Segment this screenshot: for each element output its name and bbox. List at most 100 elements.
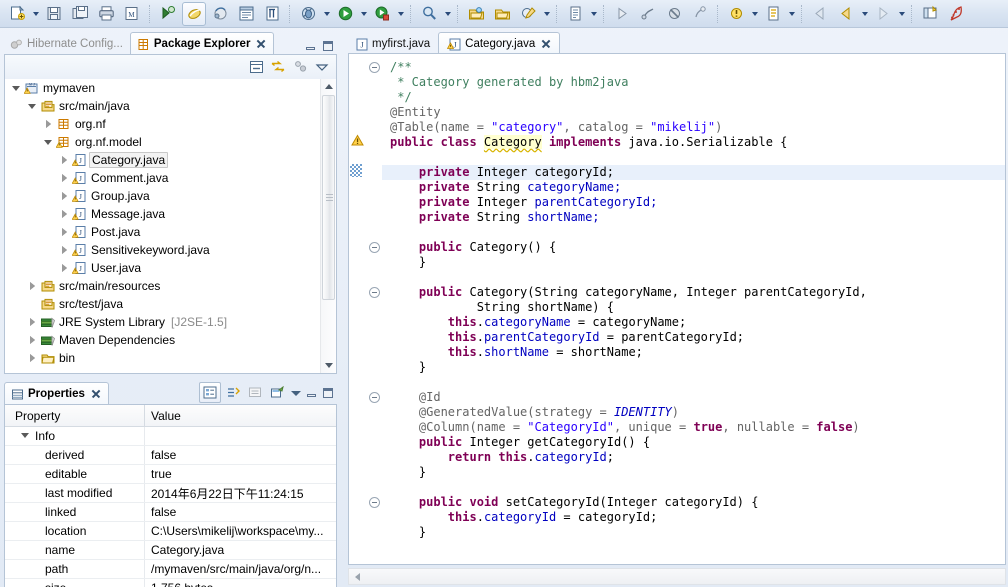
forward-icon[interactable]: [834, 2, 858, 26]
back-icon[interactable]: [808, 2, 832, 26]
new-class-dropdown-arrow[interactable]: [541, 3, 552, 25]
next-annotation-icon[interactable]: [724, 2, 748, 26]
debug-icon[interactable]: [296, 2, 320, 26]
collapse-arrow-icon[interactable]: [57, 206, 71, 222]
search-icon[interactable]: [417, 2, 441, 26]
last-edit-dropdown-arrow[interactable]: [896, 3, 907, 25]
tree-item[interactable]: J Sensitivekeyword.java: [5, 241, 336, 259]
format-icon[interactable]: [260, 2, 284, 26]
tree-item[interactable]: J Group.java: [5, 187, 336, 205]
scroll-down-icon[interactable]: [321, 358, 336, 373]
properties-row[interactable]: Info: [5, 427, 336, 446]
properties-row[interactable]: derived false: [5, 446, 336, 465]
collapse-arrow-icon[interactable]: [25, 350, 39, 366]
pin-to-selection-button[interactable]: [267, 383, 287, 402]
expand-arrow-icon[interactable]: [41, 134, 55, 150]
view-menu-button[interactable]: [289, 386, 303, 400]
compile-icon[interactable]: [156, 2, 180, 26]
step-icon[interactable]: [636, 2, 660, 26]
tree-item[interactable]: J Comment.java: [5, 169, 336, 187]
fold-toggle-icon[interactable]: [369, 242, 380, 253]
hibernate-icon[interactable]: [182, 1, 206, 26]
collapse-arrow-icon[interactable]: [57, 242, 71, 258]
collapse-arrow-icon[interactable]: [41, 116, 55, 132]
open-perspective-icon[interactable]: [918, 2, 942, 26]
outline-dropdown-arrow[interactable]: [588, 3, 599, 25]
maximize-button[interactable]: [321, 39, 335, 53]
collapse-arrow-icon[interactable]: [25, 332, 39, 348]
run-external-icon[interactable]: [370, 2, 394, 26]
property-value-cell[interactable]: 2014年6月22日下午11:24:15: [145, 484, 336, 502]
forward-dropdown-arrow[interactable]: [859, 3, 870, 25]
properties-row[interactable]: size 1,756 bytes: [5, 579, 336, 587]
save-icon[interactable]: [42, 2, 66, 26]
pin-editor-icon[interactable]: [944, 2, 968, 26]
tree-item[interactable]: J Category.java: [5, 151, 336, 169]
property-value-cell[interactable]: /mymaven/src/main/java/org/n...: [145, 560, 336, 578]
show-advanced-button[interactable]: [223, 383, 243, 402]
tree-item[interactable]: bin: [5, 349, 336, 367]
collapse-arrow-icon[interactable]: [57, 260, 71, 276]
expand-arrow-icon[interactable]: [21, 431, 31, 441]
outline-icon[interactable]: [563, 2, 587, 26]
collapse-arrow-icon[interactable]: [57, 224, 71, 240]
close-icon[interactable]: [256, 39, 266, 49]
skip-breakpoints-icon[interactable]: [662, 2, 686, 26]
link-with-editor-button[interactable]: [268, 58, 288, 77]
property-value-cell[interactable]: Category.java: [145, 541, 336, 559]
scroll-up-icon[interactable]: [321, 79, 336, 94]
print-icon[interactable]: [94, 2, 118, 26]
focus-on-active-task-button[interactable]: [290, 58, 310, 77]
properties-row[interactable]: location C:\Users\mikelij\workspace\my...: [5, 522, 336, 541]
previous-annotation-icon[interactable]: [761, 2, 785, 26]
tree-item[interactable]: J User.java: [5, 259, 336, 277]
property-value-cell[interactable]: false: [145, 503, 336, 521]
scroll-left-icon[interactable]: [349, 569, 365, 584]
expand-arrow-icon[interactable]: [9, 80, 23, 96]
editor-fold-gutter[interactable]: [366, 54, 382, 564]
new-dropdown-arrow[interactable]: [30, 3, 41, 25]
editor-horizontal-scrollbar[interactable]: [348, 568, 1006, 585]
properties-row[interactable]: name Category.java: [5, 541, 336, 560]
tree-item[interactable]: src/main/java: [5, 97, 336, 115]
tab-properties[interactable]: Properties: [4, 382, 109, 405]
properties-row[interactable]: editable true: [5, 465, 336, 484]
properties-row[interactable]: path/mymaven/src/main/java/org/n...: [5, 560, 336, 579]
tab-hibernate-configurations[interactable]: Hibernate Config...: [4, 33, 130, 55]
show-categories-button[interactable]: [199, 382, 221, 403]
collapse-all-button[interactable]: [246, 58, 266, 77]
collapse-arrow-icon[interactable]: [57, 152, 71, 168]
run-dropdown-arrow[interactable]: [358, 3, 369, 25]
editor-marker-gutter[interactable]: [349, 54, 366, 564]
fold-toggle-icon[interactable]: [369, 392, 380, 403]
source-code-text[interactable]: /** * Category generated by hbm2java */@…: [382, 54, 1005, 564]
view-menu-button[interactable]: [312, 58, 332, 77]
fold-toggle-icon[interactable]: [369, 287, 380, 298]
package-explorer-scrollbar[interactable]: [320, 79, 336, 373]
tree-item[interactable]: JRE System Library [J2SE-1.5]: [5, 313, 336, 331]
property-value-cell[interactable]: true: [145, 465, 336, 483]
fold-toggle-icon[interactable]: [369, 62, 380, 73]
maximize-button[interactable]: [321, 386, 335, 400]
property-value-cell[interactable]: false: [145, 446, 336, 464]
previous-annotation-dropdown-arrow[interactable]: [786, 3, 797, 25]
close-icon[interactable]: [91, 389, 101, 399]
properties-row[interactable]: linked false: [5, 503, 336, 522]
scrollbar-thumb[interactable]: [322, 95, 335, 300]
new-class-icon[interactable]: [516, 2, 540, 26]
debug-dropdown-arrow[interactable]: [321, 3, 332, 25]
property-value-cell[interactable]: C:\Users\mikelij\workspace\my...: [145, 522, 336, 540]
expand-arrow-icon[interactable]: [25, 98, 39, 114]
run-icon[interactable]: [333, 2, 357, 26]
property-value-cell[interactable]: [145, 427, 336, 445]
editor-tab-myfirst[interactable]: J myfirst.java: [348, 33, 438, 55]
mp-icon[interactable]: M: [120, 2, 144, 26]
tree-item[interactable]: Maven Dependencies: [5, 331, 336, 349]
code-editor[interactable]: /** * Category generated by hbm2java */@…: [348, 53, 1006, 565]
tree-item[interactable]: org.nf.model: [5, 133, 336, 151]
close-icon[interactable]: [541, 39, 551, 49]
properties-row[interactable]: last modified 2014年6月22日下午11:24:15: [5, 484, 336, 503]
new-package-icon[interactable]: [490, 2, 514, 26]
tab-package-explorer[interactable]: Package Explorer: [129, 32, 275, 55]
editor-tab-category[interactable]: J Category.java: [438, 32, 561, 55]
